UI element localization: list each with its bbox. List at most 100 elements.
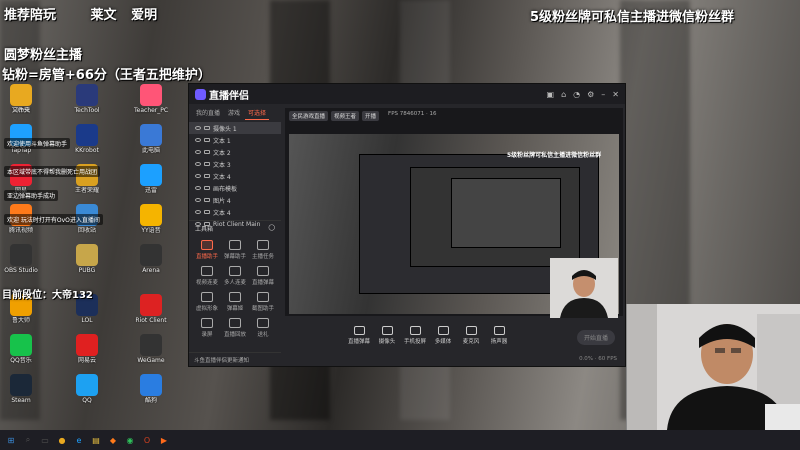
eye-icon[interactable] xyxy=(195,198,201,202)
lock-icon[interactable] xyxy=(204,210,210,214)
desktop-icon[interactable]: 网易云 xyxy=(70,334,104,364)
taskbar-icon[interactable]: ◆斗鱼 xyxy=(106,433,120,447)
bottom-button[interactable]: 手机投屏 xyxy=(401,325,429,345)
chip-1[interactable]: 全民游戏直播 xyxy=(289,111,329,121)
taskbar-icon[interactable]: ◉微信 xyxy=(123,433,137,447)
source-item[interactable]: 文本 2 xyxy=(189,146,281,158)
desktop-icon[interactable]: Arena xyxy=(134,244,168,274)
desktop-icon[interactable]: WeGame xyxy=(134,334,168,364)
desktop-icon-label: 此电脑 xyxy=(141,147,160,154)
desktop-icon[interactable]: QQ音乐 xyxy=(4,334,38,364)
tool-button[interactable]: 弹幕姬 xyxy=(221,292,249,312)
desktop-icon[interactable]: TechTool xyxy=(70,84,104,114)
tool-button[interactable]: 直播回放 xyxy=(221,318,249,338)
app-icon xyxy=(10,244,32,266)
tab-game[interactable]: 游戏 xyxy=(225,106,243,120)
bottom-button[interactable]: 扬声器 xyxy=(485,325,513,345)
desktop-icon-label: LOL xyxy=(81,317,93,324)
eye-icon[interactable] xyxy=(195,210,201,214)
taskbar-icon[interactable]: ▶直播伴侣 xyxy=(157,433,171,447)
tool-button[interactable]: 直播助手 xyxy=(193,240,221,260)
eye-icon[interactable] xyxy=(195,138,201,142)
lock-icon[interactable]: ⌂ xyxy=(561,90,566,99)
taskbar-icon[interactable]: ●Chrome xyxy=(55,433,69,447)
source-label: 摄像头 1 xyxy=(213,125,237,133)
app-icon xyxy=(140,84,162,106)
lock-icon[interactable] xyxy=(204,162,210,166)
taskbar-icon[interactable]: ▤资源管理器 xyxy=(89,433,103,447)
eye-icon[interactable] xyxy=(195,174,201,178)
bottom-button[interactable]: 摄像头 xyxy=(373,325,401,345)
desktop-icon[interactable]: 文件夹 xyxy=(4,84,38,114)
lock-icon[interactable] xyxy=(204,198,210,202)
gift-icon[interactable]: ▣ xyxy=(547,90,555,99)
tool-button[interactable]: 虚拟形象 xyxy=(193,292,221,312)
tool-button[interactable]: 主播任务 xyxy=(249,240,277,260)
tool-button[interactable]: 多人连麦 xyxy=(221,266,249,286)
eye-icon[interactable] xyxy=(195,150,201,154)
source-item[interactable]: 文本 4 xyxy=(189,206,281,218)
bottom-button[interactable]: 多媒体 xyxy=(429,325,457,345)
desktop-icon[interactable]: 酷狗 xyxy=(134,374,168,404)
tool-icon xyxy=(201,240,213,250)
chip-3[interactable]: 开播 xyxy=(362,111,380,121)
source-item[interactable]: 文本 1 xyxy=(189,134,281,146)
taskbar-icon[interactable]: ⊞开始 xyxy=(4,433,18,447)
tool-button[interactable]: 直播弹幕 xyxy=(249,266,277,286)
taskbar-icon[interactable]: ⌕搜索 xyxy=(21,433,35,447)
taskbar-icon[interactable]: OOffice xyxy=(140,433,154,447)
settings-icon[interactable]: ⚙ xyxy=(587,90,594,99)
tool-icon xyxy=(257,240,269,250)
desktop-icon[interactable]: QQ xyxy=(70,374,104,404)
desktop-icon[interactable]: PUBG xyxy=(70,244,104,274)
tab-selectable[interactable]: 可选择 xyxy=(245,106,270,120)
tool-button[interactable]: 视频连麦 xyxy=(193,266,221,286)
tool-button[interactable]: 录屏 xyxy=(193,318,221,338)
tool-button[interactable]: 送礼 xyxy=(249,318,277,338)
source-item[interactable]: 图片 4 xyxy=(189,194,281,206)
tab-my-live[interactable]: 我的直播 xyxy=(193,106,223,120)
tool-icon xyxy=(201,318,213,328)
lock-icon[interactable] xyxy=(204,138,210,142)
tool-button[interactable]: 弹幕助手 xyxy=(221,240,249,260)
desktop-icon-label: 鲁大师 xyxy=(11,317,30,324)
source-label: 文本 2 xyxy=(213,149,231,157)
taskbar-icon[interactable]: eEdge xyxy=(72,433,86,447)
eye-icon[interactable] xyxy=(195,162,201,166)
minimize-icon[interactable]: – xyxy=(601,90,605,99)
close-icon[interactable]: ✕ xyxy=(612,90,619,99)
app-icon xyxy=(140,204,162,226)
source-item[interactable]: 文本 4 xyxy=(189,170,281,182)
desktop-icon[interactable]: 迅雷 xyxy=(134,164,168,194)
taskbar-icon-label: 微信 xyxy=(130,440,131,441)
desktop-icon[interactable]: Steam xyxy=(4,374,38,404)
app-icon xyxy=(140,294,162,316)
lock-icon[interactable] xyxy=(204,186,210,190)
desktop-icon-label: 迅雷 xyxy=(144,187,157,194)
tool-button[interactable]: 截图助手 xyxy=(249,292,277,312)
desktop-icon[interactable]: YY语音 xyxy=(134,204,168,234)
source-item[interactable]: 画布模板 xyxy=(189,182,281,194)
app-icon xyxy=(140,164,162,186)
source-item[interactable]: 文本 3 xyxy=(189,158,281,170)
start-live-button[interactable]: 开始直播 xyxy=(576,330,615,345)
desktop-icon[interactable]: 此电脑 xyxy=(134,124,168,154)
lock-icon[interactable] xyxy=(204,126,210,130)
source-item[interactable]: 摄像头 1 xyxy=(189,122,281,134)
lock-icon[interactable] xyxy=(204,174,210,178)
desktop-icon-label: 网易云 xyxy=(77,357,96,364)
update-notice[interactable]: 斗鱼直播伴侣更新通知 xyxy=(189,352,281,366)
bottom-button[interactable]: 直播弹幕 xyxy=(345,325,373,345)
bell-icon[interactable]: ◔ xyxy=(573,90,580,99)
expand-icon[interactable]: ◯ xyxy=(268,224,275,233)
source-label: 文本 1 xyxy=(213,137,231,145)
lock-icon[interactable] xyxy=(204,150,210,154)
eye-icon[interactable] xyxy=(195,126,201,130)
desktop-icon[interactable]: Teacher_PC xyxy=(134,84,168,114)
chip-2[interactable]: 视频王者 xyxy=(331,111,360,121)
bottom-button[interactable]: 麦克风 xyxy=(457,325,485,345)
taskbar-icon[interactable]: ▭任务视图 xyxy=(38,433,52,447)
desktop-icon[interactable]: Riot Client xyxy=(134,294,168,324)
desktop-icon[interactable]: OBS Studio xyxy=(4,244,38,274)
eye-icon[interactable] xyxy=(195,186,201,190)
